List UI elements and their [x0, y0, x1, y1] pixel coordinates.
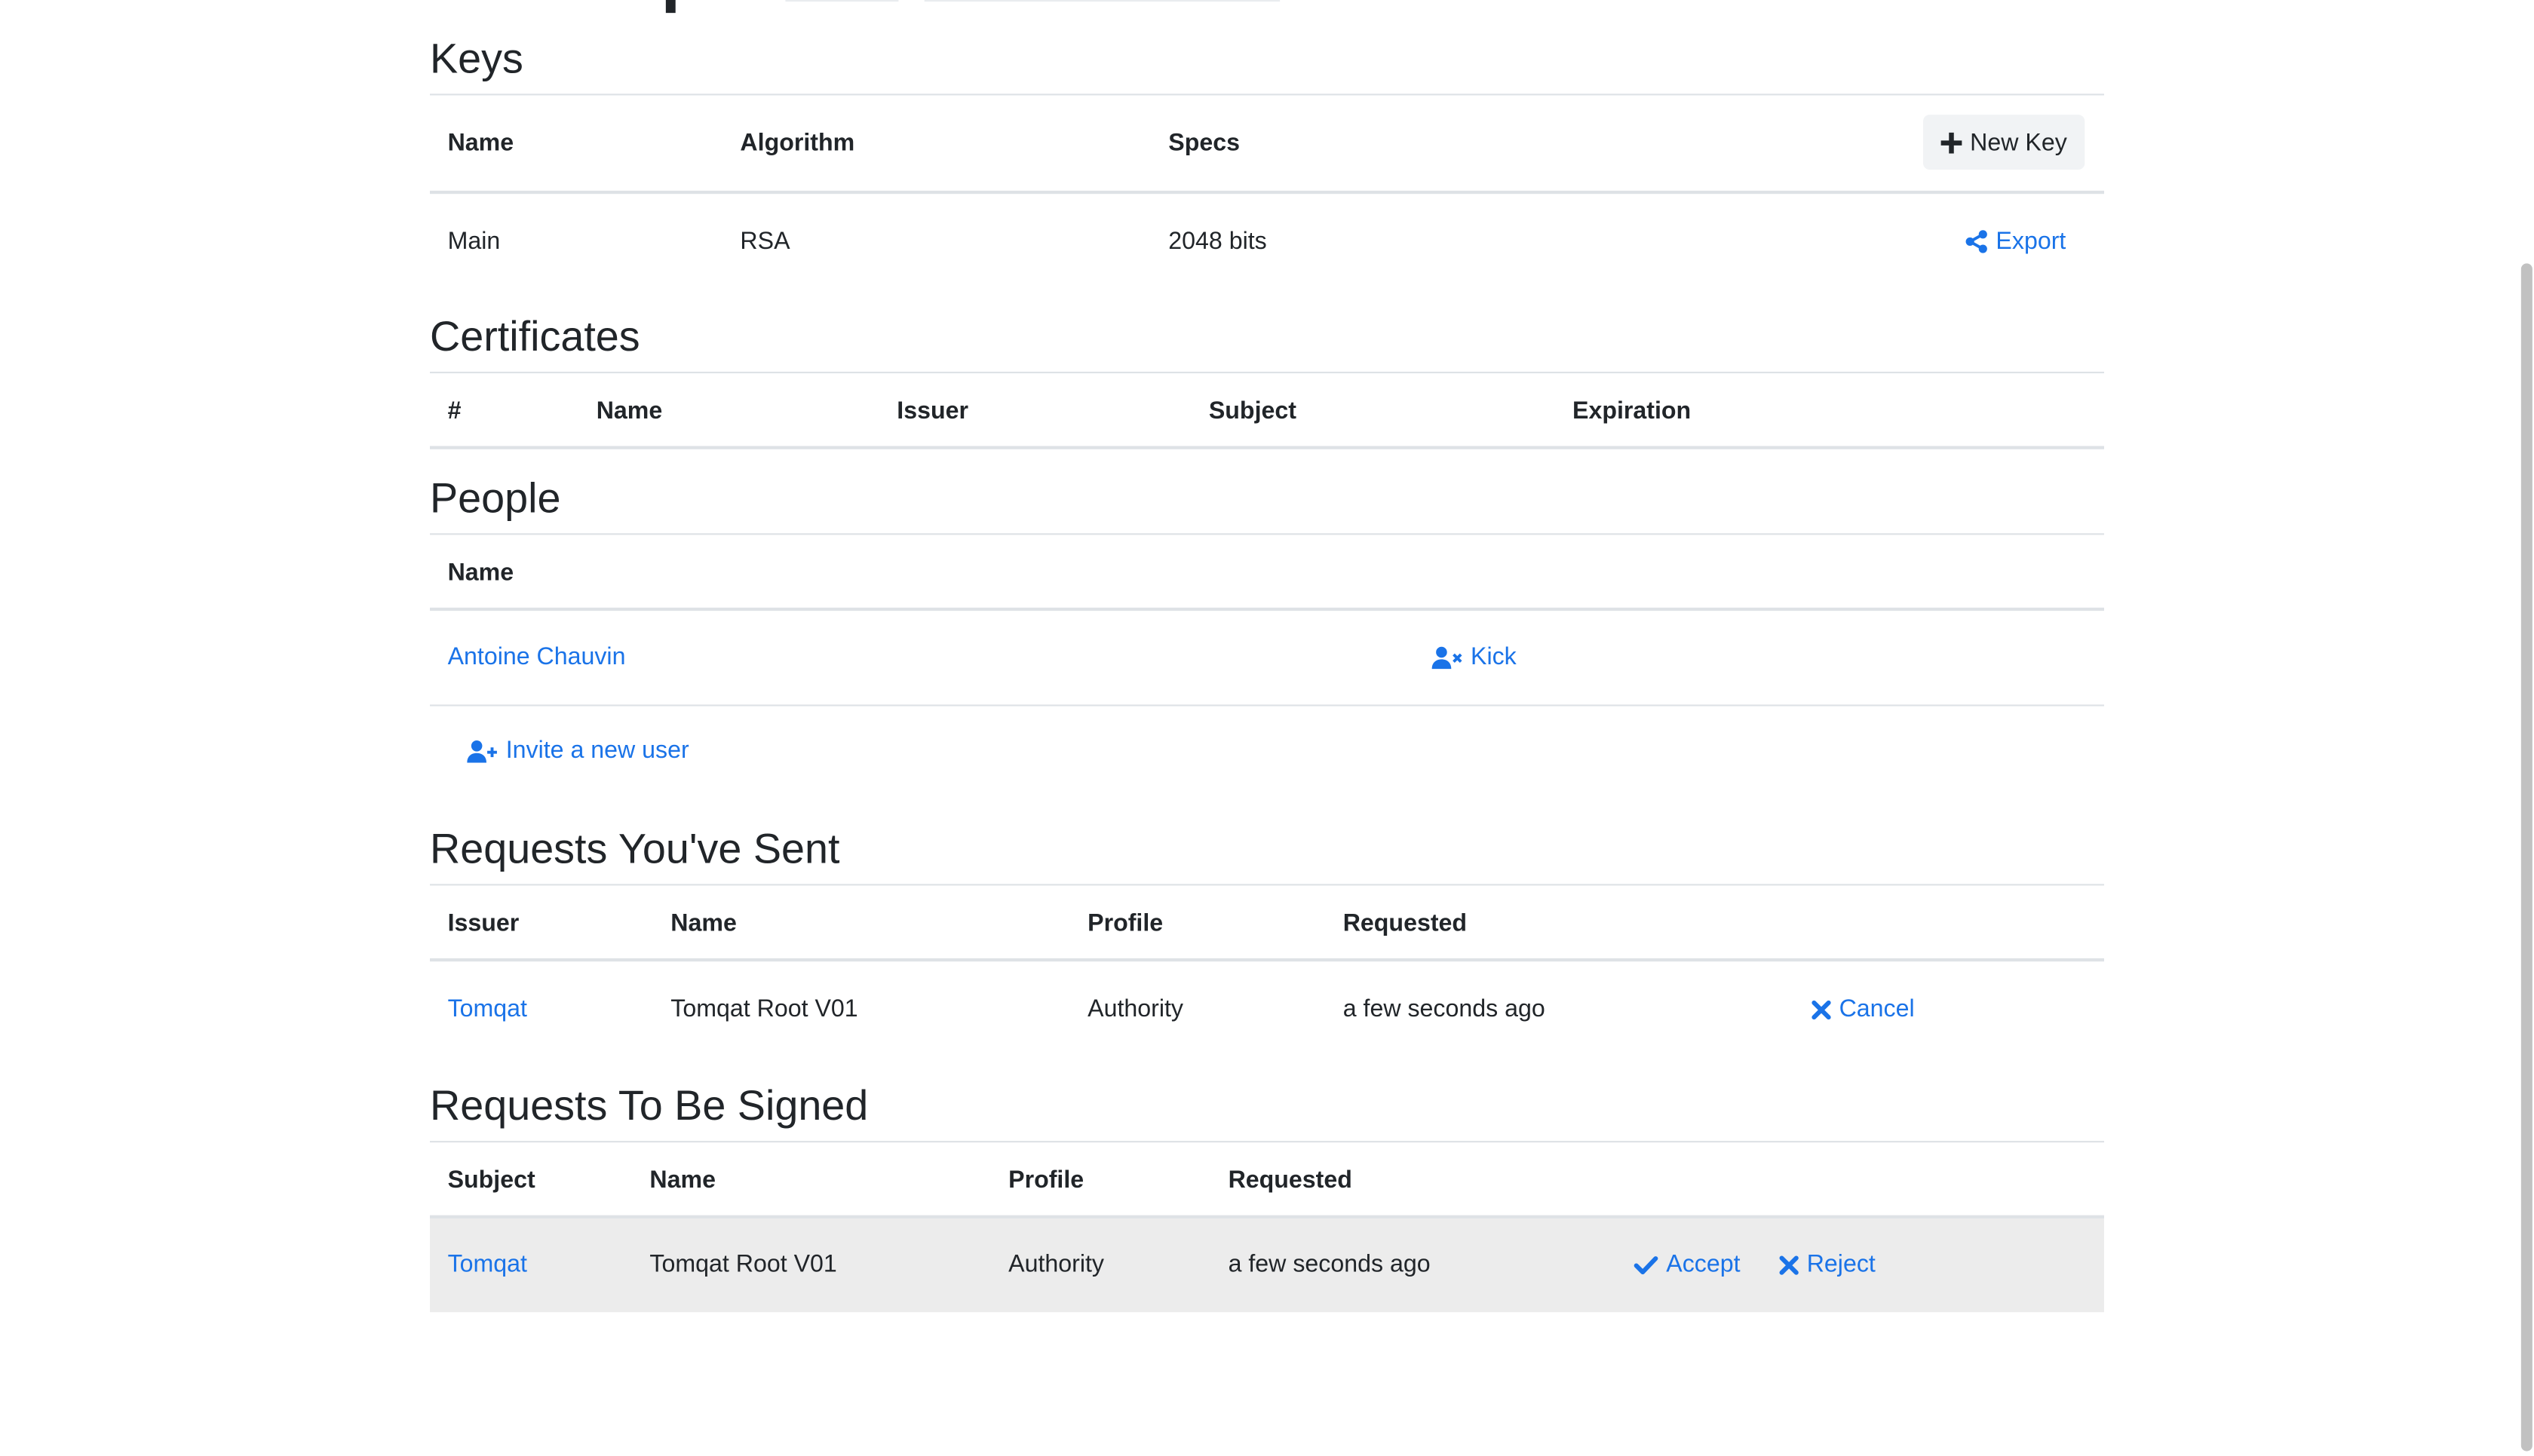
keys-table-header: Name Algorithm Specs New Key: [430, 93, 2104, 195]
certificates-table-header: # Name Issuer Subject Expiration: [430, 371, 2104, 449]
certificates-heading: Certificates: [430, 311, 640, 360]
new-key-button[interactable]: New Key: [1923, 115, 2085, 170]
column-header-requested: Requested: [1228, 1166, 1352, 1194]
requests-to-sign-table-header: Subject Name Profile Requested: [430, 1141, 2104, 1218]
invite-user-link[interactable]: Invite a new user: [467, 737, 689, 765]
request-requested: a few seconds ago: [1228, 1250, 1431, 1279]
new-key-label: New Key: [1970, 128, 2067, 156]
user-plus-icon: [467, 739, 498, 762]
header-badge-remnant: [785, 0, 899, 2]
people-table: Name Antoine Chauvin Kick: [430, 533, 2104, 707]
accept-label: Accept: [1666, 1250, 1741, 1279]
column-header-expiration: Expiration: [1572, 397, 1692, 425]
people-heading: People: [430, 473, 561, 523]
table-row: Tomqat Tomqat Root V01 Authority a few s…: [430, 961, 2104, 1062]
request-profile: Authority: [1008, 1250, 1105, 1279]
request-profile: Authority: [1088, 995, 1184, 1023]
request-requested: a few seconds ago: [1342, 995, 1545, 1023]
plus-icon: [1940, 131, 1962, 153]
request-name: Tomqat Root V01: [670, 995, 858, 1023]
export-key-link[interactable]: Export: [1965, 228, 2066, 256]
vertical-scrollbar-thumb[interactable]: [2520, 263, 2532, 1451]
times-icon: [1779, 1255, 1799, 1274]
people-table-header: Name: [430, 533, 2104, 612]
column-header-subject: Subject: [447, 1166, 535, 1194]
key-algorithm: RSA: [740, 228, 790, 256]
times-icon: [1812, 999, 1831, 1019]
requests-to-sign-table: Subject Name Profile Requested Tomqat To…: [430, 1141, 2104, 1313]
reject-request-link[interactable]: Reject: [1779, 1251, 1876, 1278]
column-header-name: Name: [447, 559, 514, 587]
column-header-name: Name: [596, 397, 663, 425]
column-header-name: Name: [447, 129, 514, 157]
keys-heading: Keys: [430, 34, 523, 83]
key-specs: 2048 bits: [1168, 228, 1267, 256]
column-header-issuer: Issuer: [897, 397, 969, 425]
user-times-icon: [1431, 645, 1463, 669]
column-header-number: #: [447, 397, 462, 425]
column-header-requested: Requested: [1342, 909, 1468, 938]
request-name: Tomqat Root V01: [649, 1250, 837, 1279]
column-header-profile: Profile: [1088, 909, 1164, 938]
kick-user-link[interactable]: Kick: [1431, 642, 1517, 671]
certificates-table: # Name Issuer Subject Expiration: [430, 371, 2104, 449]
column-header-profile: Profile: [1008, 1166, 1084, 1194]
requests-sent-heading: Requests You've Sent: [430, 824, 840, 873]
share-icon: [1965, 229, 1988, 253]
key-name: Main: [447, 228, 501, 256]
issuer-link[interactable]: Tomqat: [448, 995, 527, 1022]
reject-label: Reject: [1806, 1250, 1876, 1279]
page: Keys Name Algorithm Specs New Key Main R…: [0, 0, 2534, 1456]
column-header-name: Name: [670, 909, 737, 938]
column-header-issuer: Issuer: [447, 909, 520, 938]
table-row: Main RSA 2048 bits Export: [430, 194, 2104, 291]
accept-request-link[interactable]: Accept: [1634, 1250, 1741, 1279]
column-header-algorithm: Algorithm: [740, 129, 855, 157]
cancel-request-link[interactable]: Cancel: [1812, 995, 1915, 1023]
export-label: Export: [1996, 228, 2066, 256]
person-name-link[interactable]: Antoine Chauvin: [448, 643, 626, 670]
table-row: Antoine Chauvin Kick: [430, 611, 2104, 707]
invite-label: Invite a new user: [505, 737, 689, 765]
requests-sent-table: Issuer Name Profile Requested Tomqat Tom…: [430, 884, 2104, 1062]
column-header-name: Name: [649, 1166, 716, 1194]
check-icon: [1634, 1255, 1658, 1274]
page-title-remnant: [665, 0, 676, 14]
keys-table: Name Algorithm Specs New Key Main RSA 20…: [430, 93, 2104, 290]
kick-label: Kick: [1470, 642, 1517, 671]
requests-to-sign-heading: Requests To Be Signed: [430, 1081, 869, 1130]
requests-sent-table-header: Issuer Name Profile Requested: [430, 884, 2104, 962]
column-header-specs: Specs: [1168, 129, 1241, 157]
table-row: Tomqat Tomqat Root V01 Authority a few s…: [430, 1218, 2104, 1313]
subject-link[interactable]: Tomqat: [448, 1251, 527, 1278]
header-badge-remnant: [924, 0, 1281, 2]
cancel-label: Cancel: [1839, 995, 1915, 1023]
column-header-subject: Subject: [1208, 397, 1296, 425]
